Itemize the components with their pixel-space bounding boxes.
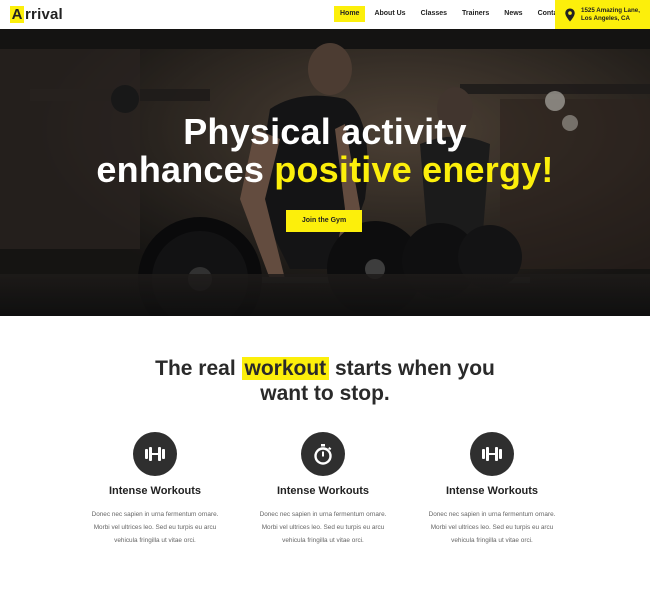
feature-description-line: vehicula fringilla ut vitae orci. xyxy=(114,537,196,544)
nav-item-about-us[interactable]: About Us xyxy=(368,6,411,22)
dumbbell-icon xyxy=(133,432,177,476)
nav-item-trainers[interactable]: Trainers xyxy=(456,6,495,22)
hero-headline-line-1: Physical activity xyxy=(183,111,467,152)
section-tagline: The real workout starts when you want to… xyxy=(0,356,650,406)
feature-card: Intense Workouts Donec nec sapien in urn… xyxy=(70,432,240,547)
map-pin-icon xyxy=(565,8,575,21)
feature-card: Intense Workouts Donec nec sapien in urn… xyxy=(407,432,577,547)
nav-item-home[interactable]: Home xyxy=(334,6,366,22)
features-row: Intense Workouts Donec nec sapien in urn… xyxy=(0,432,650,562)
dumbbell-icon xyxy=(470,432,514,476)
feature-description: Donec nec sapien in urna fermentum ornar… xyxy=(407,508,577,547)
feature-description: Donec nec sapien in urna fermentum ornar… xyxy=(70,508,240,547)
feature-description-line: vehicula fringilla ut vitae orci. xyxy=(282,537,364,544)
tagline-line-2: want to stop. xyxy=(260,382,390,405)
hero-section: Physical activity enhances positive ener… xyxy=(0,29,650,316)
tagline-before: The real xyxy=(155,357,242,380)
feature-title: Intense Workouts xyxy=(445,485,539,497)
address-line-1: 1525 Amazing Lane, xyxy=(581,6,640,14)
logo[interactable]: A rrival xyxy=(10,5,63,23)
stopwatch-icon xyxy=(301,432,345,476)
feature-description-line: vehicula fringilla ut vitae orci. xyxy=(451,537,533,544)
feature-card: Intense Workouts Donec nec sapien in urn… xyxy=(238,432,408,547)
feature-description: Donec nec sapien in urna fermentum ornar… xyxy=(238,508,408,547)
logo-initial: A xyxy=(10,5,24,23)
main-nav: Home About Us Classes Trainers News Cont… xyxy=(334,6,570,22)
feature-title: Intense Workouts xyxy=(276,485,370,497)
join-gym-button[interactable]: Join the Gym xyxy=(286,210,362,232)
hero-headline-highlight: positive energy! xyxy=(274,149,554,190)
site-header: A rrival Home About Us Classes Trainers … xyxy=(0,0,650,29)
tagline-highlight: workout xyxy=(241,357,330,380)
feature-description-line: Morbi vel ultrices leo. Sed eu turpis eu… xyxy=(93,524,217,531)
nav-item-classes[interactable]: Classes xyxy=(415,6,453,22)
address-block: 1525 Amazing Lane, Los Angeles, CA xyxy=(555,0,650,29)
address-text: 1525 Amazing Lane, Los Angeles, CA xyxy=(581,7,640,23)
feature-description-line: Morbi vel ultrices leo. Sed eu turpis eu… xyxy=(430,524,554,531)
feature-description-line: Morbi vel ultrices leo. Sed eu turpis eu… xyxy=(261,524,385,531)
feature-description-line: Donec nec sapien in urna fermentum ornar… xyxy=(91,511,219,518)
tagline-after: starts when you xyxy=(329,357,495,380)
feature-description-line: Donec nec sapien in urna fermentum ornar… xyxy=(428,511,556,518)
hero-headline: Physical activity enhances positive ener… xyxy=(0,113,650,189)
feature-title: Intense Workouts xyxy=(108,485,202,497)
logo-text: rrival xyxy=(25,5,63,23)
hero-headline-line-2: enhances xyxy=(96,149,275,190)
feature-description-line: Donec nec sapien in urna fermentum ornar… xyxy=(259,511,387,518)
address-line-2: Los Angeles, CA xyxy=(581,14,630,22)
nav-item-news[interactable]: News xyxy=(498,6,528,22)
